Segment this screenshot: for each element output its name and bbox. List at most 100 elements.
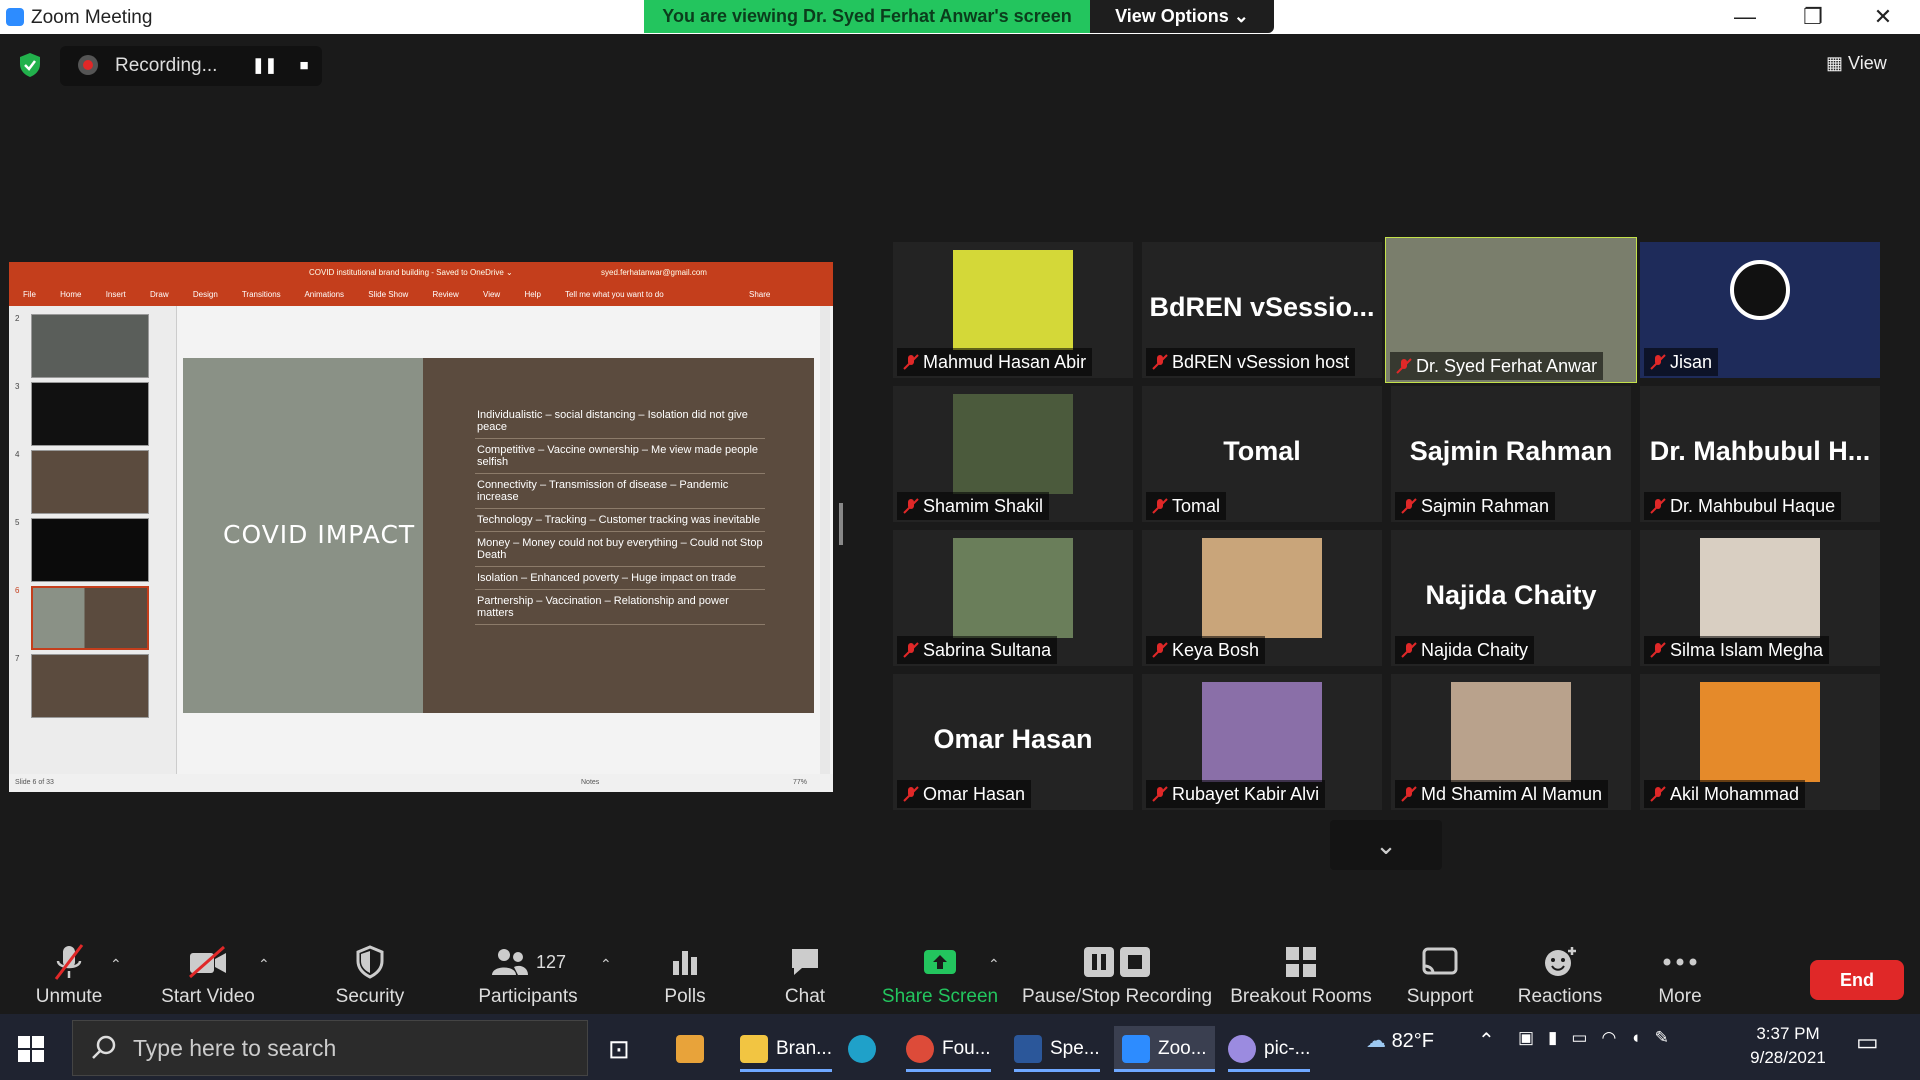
edge-browser-icon[interactable] xyxy=(848,1026,884,1072)
participant-name: Keya Bosh xyxy=(1172,640,1260,660)
share-doc-button[interactable]: Share xyxy=(749,290,770,299)
ribbon-tab[interactable]: Design xyxy=(193,290,218,299)
participant-name-label: Rubayet Kabir Alvi xyxy=(1146,780,1326,808)
view-layout-button[interactable]: ▦ View xyxy=(1826,48,1906,78)
ribbon-tab[interactable]: Slide Show xyxy=(368,290,408,299)
participant-tile[interactable]: Najida Chaity Najida Chaity xyxy=(1391,530,1631,666)
end-meeting-button[interactable]: End xyxy=(1810,960,1904,1000)
tell-me-search[interactable]: Tell me what you want to do xyxy=(565,290,664,299)
participant-display-name: Najida Chaity xyxy=(1425,580,1597,610)
taskbar-app-word[interactable]: Spe... xyxy=(1014,1026,1100,1072)
ribbon-tab[interactable]: Draw xyxy=(150,290,169,299)
tray-overflow-chevron-icon[interactable]: ⌃ xyxy=(1478,1028,1495,1053)
participant-tile[interactable]: Keya Bosh xyxy=(1142,530,1382,666)
taskbar-search-box[interactable]: Type here to search xyxy=(72,1020,588,1076)
participant-display-name: Dr. Mahbubul H... xyxy=(1649,436,1871,466)
participant-tile[interactable]: Dr. Mahbubul H... Dr. Mahbubul Haque xyxy=(1640,386,1880,522)
mic-muted-icon xyxy=(1401,642,1417,658)
taskbar-app-zoom[interactable]: Zoo... xyxy=(1114,1026,1215,1072)
participants-button[interactable]: 127 Participants xyxy=(476,942,580,1008)
ribbon-tab[interactable]: Review xyxy=(433,290,459,299)
weather-widget[interactable]: ☁ 82°F xyxy=(1366,1028,1434,1053)
participant-tile[interactable]: BdREN vSessio... BdREN vSession host xyxy=(1142,242,1382,378)
ribbon-tab[interactable]: Help xyxy=(524,290,540,299)
slide-thumbnail[interactable] xyxy=(31,518,149,582)
participant-name: Najida Chaity xyxy=(1421,640,1529,660)
taskbar-app-paint[interactable]: pic-... xyxy=(1228,1026,1311,1072)
participant-video xyxy=(1202,682,1322,782)
breakout-rooms-icon xyxy=(1286,947,1316,977)
participant-tile[interactable]: Silma Islam Megha xyxy=(1640,530,1880,666)
mic-muted-icon xyxy=(1401,498,1417,514)
taskbar-app-chrome[interactable]: Fou... xyxy=(906,1026,991,1072)
audio-options-caret-icon[interactable]: ⌃ xyxy=(110,956,122,973)
slide-thumbnail-selected[interactable] xyxy=(31,586,149,650)
participant-display-name: Sajmin Rahman xyxy=(1409,436,1613,466)
store-icon[interactable] xyxy=(676,1026,712,1072)
split-resize-handle[interactable] xyxy=(839,503,843,545)
start-video-button[interactable]: Start Video xyxy=(156,942,260,1008)
participants-options-caret-icon[interactable]: ⌃ xyxy=(600,956,612,973)
minimize-button[interactable]: — xyxy=(1710,2,1780,32)
ribbon-tab[interactable]: Animations xyxy=(304,290,344,299)
slide-thumbnail[interactable] xyxy=(31,450,149,514)
polls-button[interactable]: Polls xyxy=(650,942,720,1008)
participant-tile[interactable]: Sabrina Sultana xyxy=(893,530,1133,666)
more-button[interactable]: More xyxy=(1644,942,1716,1008)
participant-tile[interactable]: Akil Mohammad xyxy=(1640,674,1880,810)
windows-start-icon[interactable] xyxy=(18,1036,44,1062)
participant-tile[interactable]: Mahmud Hasan Abir xyxy=(893,242,1133,378)
ribbon-tab[interactable]: View xyxy=(483,290,500,299)
participant-video xyxy=(953,250,1073,350)
pause-recording-button[interactable]: ❚❚ xyxy=(252,54,277,78)
system-tray-icons[interactable]: ▣▮▭◠◖✎ xyxy=(1518,1028,1683,1048)
participant-name-label: Tomal xyxy=(1146,492,1227,520)
participant-tile[interactable]: Tomal Tomal xyxy=(1142,386,1382,522)
slide-thumbnail[interactable] xyxy=(31,382,149,446)
participant-tile[interactable]: Sajmin Rahman Sajmin Rahman xyxy=(1391,386,1631,522)
microphone-muted-icon xyxy=(54,944,84,980)
chat-button[interactable]: Chat xyxy=(770,942,840,1008)
reactions-button[interactable]: Reactions xyxy=(1514,942,1606,1008)
taskbar-app-explorer[interactable]: Bran... xyxy=(740,1026,832,1072)
participant-name: Dr. Mahbubul Haque xyxy=(1670,496,1836,516)
chevron-down-icon[interactable]: ⌄ xyxy=(1330,820,1442,870)
slide-scrollbar[interactable] xyxy=(820,306,830,774)
stop-recording-button[interactable]: ■ xyxy=(292,54,316,78)
participant-tile[interactable]: Shamim Shakil xyxy=(893,386,1133,522)
mic-muted-icon xyxy=(1396,358,1412,374)
close-button[interactable]: ✕ xyxy=(1848,2,1918,32)
recording-label: Recording... xyxy=(115,55,218,76)
breakout-rooms-button[interactable]: Breakout Rooms xyxy=(1230,942,1372,1008)
participant-tile[interactable]: Jisan xyxy=(1640,242,1880,378)
participant-name-label: Jisan xyxy=(1644,348,1719,376)
notes-button[interactable]: Notes xyxy=(581,779,599,786)
participant-tile[interactable]: Md Shamim Al Mamun xyxy=(1391,674,1631,810)
notification-icon[interactable]: ▭ xyxy=(1856,1028,1879,1057)
ribbon-tab[interactable]: Insert xyxy=(106,290,126,299)
participant-tile[interactable]: Omar Hasan Omar Hasan xyxy=(893,674,1133,810)
share-options-caret-icon[interactable]: ⌃ xyxy=(988,956,1000,973)
unmute-button[interactable]: Unmute xyxy=(28,942,110,1008)
more-dots-icon xyxy=(1663,958,1697,966)
participant-tile[interactable]: Rubayet Kabir Alvi xyxy=(1142,674,1382,810)
mic-muted-icon xyxy=(1152,498,1168,514)
security-button[interactable]: Security xyxy=(330,942,410,1008)
restore-button[interactable]: ❐ xyxy=(1778,2,1848,32)
share-screen-button[interactable]: Share Screen xyxy=(880,942,1000,1008)
meeting-toolbar: Unmute ⌃ Start Video ⌃ Security 127 Part… xyxy=(0,934,1920,1014)
slide-thumbnail[interactable] xyxy=(31,654,149,718)
slide-thumbnail[interactable] xyxy=(31,314,149,378)
ribbon-tab[interactable]: Home xyxy=(60,290,81,299)
view-options-button[interactable]: View Options ⌄ xyxy=(1090,0,1274,33)
ribbon-tab[interactable]: Transitions xyxy=(242,290,281,299)
support-button[interactable]: Support xyxy=(1400,942,1480,1008)
pause-stop-recording-button[interactable]: Pause/Stop Recording xyxy=(1022,942,1212,1008)
task-view-icon[interactable]: ⊡ xyxy=(608,1026,630,1072)
participant-name-label: BdREN vSession host xyxy=(1146,348,1356,376)
participant-tile[interactable]: Dr. Syed Ferhat Anwar xyxy=(1385,237,1637,383)
taskbar-clock[interactable]: 3:37 PM 9/28/2021 xyxy=(1738,1022,1838,1070)
paint-icon xyxy=(1228,1034,1256,1063)
video-options-caret-icon[interactable]: ⌃ xyxy=(258,956,270,973)
ribbon-tab[interactable]: File xyxy=(23,290,36,299)
